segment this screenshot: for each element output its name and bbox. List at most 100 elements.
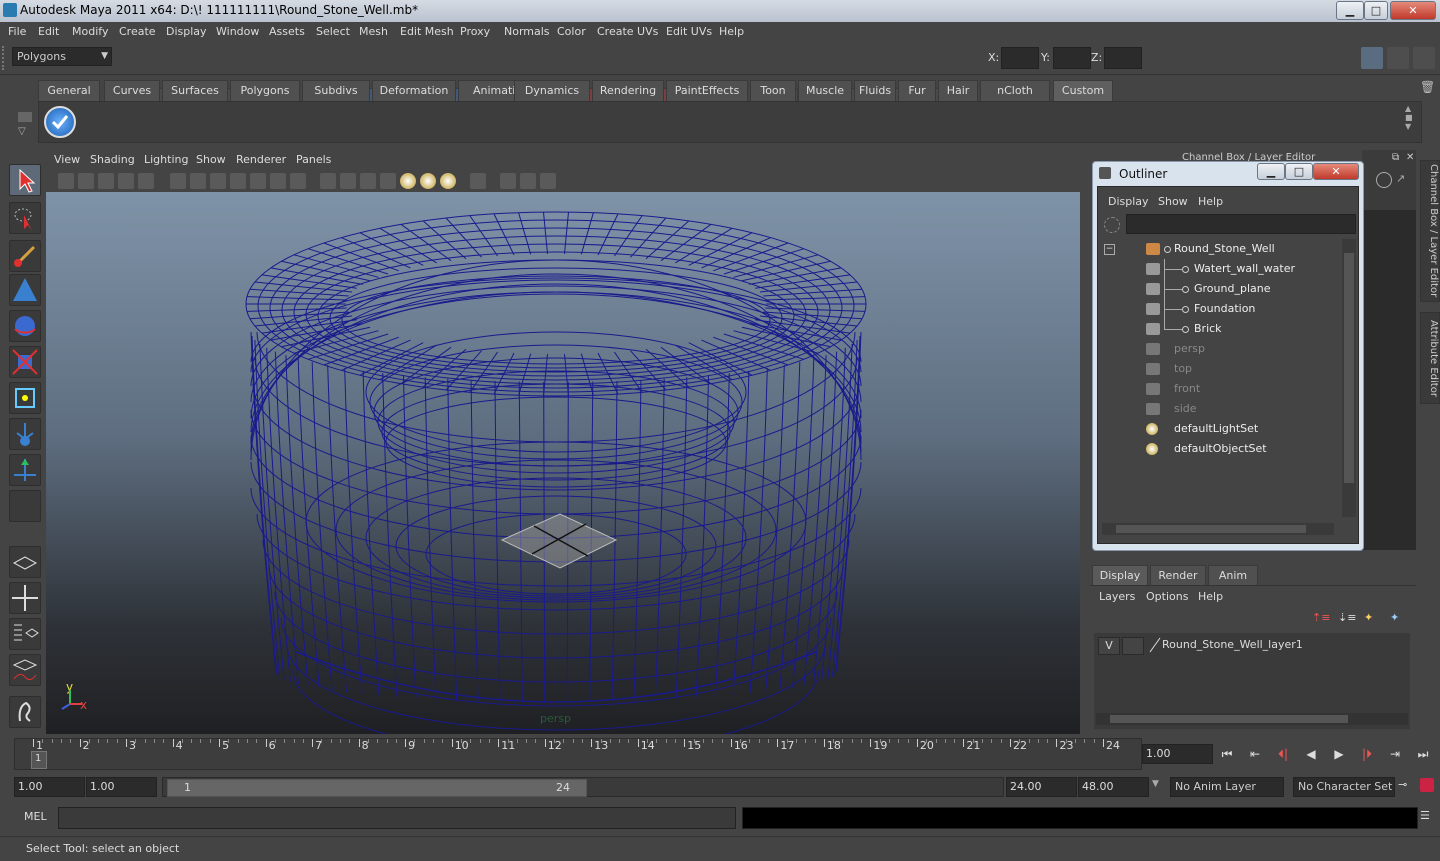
panel-close-icon[interactable]: ✕ [1406,152,1414,163]
outliner-menu-help[interactable]: Help [1198,195,1223,208]
auto-key-icon[interactable] [1420,778,1434,792]
single-pane-layout-icon[interactable] [9,546,41,578]
component-icon[interactable] [540,173,556,189]
field-chart-icon[interactable] [250,173,266,189]
menu-mesh[interactable]: Mesh [359,25,388,38]
layer-menu-options[interactable]: Options [1146,590,1188,603]
lasso-tool-icon[interactable] [9,202,41,234]
viewport-menu-lighting[interactable]: Lighting [144,153,188,166]
scale-tool-icon[interactable] [9,346,41,378]
menu-create-uvs[interactable]: Create UVs [597,25,658,38]
attribute-editor-side-tab[interactable]: Attribute Editor [1420,312,1440,404]
play-backwards-icon[interactable]: ◀ [1300,747,1322,765]
layer-tab-display[interactable]: Display [1092,565,1148,586]
film-gate-icon[interactable] [190,173,206,189]
outliner-item[interactable]: Brick [1098,319,1338,339]
shelf-tab-deformation[interactable]: Deformation [372,80,456,101]
layer-row[interactable]: V Round_Stone_Well_layer1 [1094,635,1410,655]
outliner-vscroll[interactable] [1342,239,1356,517]
step-forward-key-icon[interactable]: ⇥ [1384,747,1406,765]
outliner-hscroll[interactable] [1102,523,1334,535]
layer-menu-layers[interactable]: Layers [1099,590,1135,603]
shelf-tab-custom[interactable]: Custom [1053,80,1113,101]
outliner-item[interactable]: side [1098,399,1338,419]
shelf-tab-dynamics[interactable]: Dynamics [514,80,590,101]
status-grip-icon[interactable] [2,46,10,70]
shelf-tab-curves[interactable]: Curves [104,80,160,101]
panel-float-icon[interactable]: ⧉ [1392,152,1399,163]
outliner-item[interactable]: Watert_wall_water [1098,259,1338,279]
y-field[interactable] [1053,47,1091,69]
menu-window[interactable]: Window [216,25,259,38]
move-tool-icon[interactable] [9,274,41,306]
outliner-close-button[interactable]: ✕ [1313,163,1359,180]
grid-icon[interactable] [170,173,186,189]
menu-edit-uvs[interactable]: Edit UVs [666,25,712,38]
layer-visibility-toggle[interactable]: V [1098,637,1120,655]
resolution-gate-icon[interactable] [210,173,226,189]
layer-tab-render[interactable]: Render [1150,565,1206,586]
shelf-tab-ncloth[interactable]: nCloth [980,80,1050,101]
range-slider-handle[interactable]: 1 24 [167,779,587,797]
default-quality-icon[interactable] [360,173,376,189]
universal-manip-icon[interactable] [9,382,41,414]
xray-joints-icon[interactable] [520,173,536,189]
maximize-button[interactable]: □ [1364,1,1388,20]
graph-layout-icon[interactable] [9,654,41,686]
viewport-menu-show[interactable]: Show [196,153,226,166]
paint-select-icon[interactable] [9,240,41,272]
start-time-field[interactable]: 1.00 [14,777,85,797]
menu-color[interactable]: Color [557,25,586,38]
step-back-frame-icon[interactable]: ⏴| [1272,747,1294,765]
outliner-item[interactable]: persp [1098,339,1338,359]
layer-hscroll[interactable] [1096,713,1408,725]
layer-color-icon[interactable] [1148,637,1162,653]
step-back-key-icon[interactable]: ⇤ [1244,747,1266,765]
shadows-icon[interactable] [420,173,436,189]
tool-settings-icon[interactable] [1387,47,1409,69]
menuset-dropdown[interactable]: Polygons ▼ [12,47,112,66]
camera-attributes-icon[interactable] [78,173,94,189]
channel-box-icon[interactable] [1376,172,1392,188]
xray-icon[interactable] [500,173,516,189]
outliner-item[interactable]: front [1098,379,1338,399]
perspective-viewport[interactable]: y x persp [46,192,1080,734]
safe-title-icon[interactable] [290,173,306,189]
shelf-tab-surfaces[interactable]: Surfaces [162,80,228,101]
safe-action-icon[interactable] [270,173,286,189]
current-frame-marker[interactable]: 1 [31,751,47,769]
shelf-tab-painteffects[interactable]: PaintEffects [666,80,748,101]
playback-end-field[interactable]: 24.00 [1006,777,1077,797]
end-time-field[interactable]: 48.00 [1078,777,1149,797]
move-layer-up-icon[interactable]: ⇡≡ [1312,611,1332,629]
shelf-tab-toon[interactable]: Toon [750,80,796,101]
shelf-tab-fur[interactable]: Fur [898,80,936,101]
wireframe-icon[interactable] [320,173,336,189]
outliner-maximize-button[interactable]: □ [1285,163,1313,180]
last-tool-icon[interactable] [9,490,41,522]
shelf-tab-subdivs[interactable]: Subdivs [302,80,370,101]
pin-icon[interactable]: ↗ [1396,172,1410,186]
script-editor-button-icon[interactable]: ☰ [1420,809,1434,823]
mel-label[interactable]: MEL [24,810,47,823]
show-manipulator-icon[interactable] [9,454,41,486]
layer-tab-anim[interactable]: Anim [1208,565,1258,586]
character-set-dropdown[interactable]: No Character Set [1293,777,1395,797]
shelf-tab-general[interactable]: General [38,80,100,101]
anim-layer-dropdown[interactable]: No Anim Layer ▼ [1170,777,1303,797]
playback-start-field[interactable]: 1.00 [86,777,157,797]
select-camera-icon[interactable] [58,173,74,189]
outliner-menu-show[interactable]: Show [1158,195,1188,208]
viewport-menu-panels[interactable]: Panels [296,153,331,166]
use-all-lights-icon[interactable] [400,173,416,189]
isolate-select-icon[interactable] [470,173,486,189]
outliner-menu-display[interactable]: Display [1108,195,1149,208]
textured-icon[interactable] [380,173,396,189]
script-editor-icon[interactable] [9,696,41,728]
go-to-end-icon[interactable]: ⏭ [1412,747,1434,765]
attribute-editor-icon[interactable] [1413,47,1435,69]
menu-proxy[interactable]: Proxy [460,25,490,38]
close-button[interactable]: ✕ [1390,1,1436,20]
shelf-tab-rendering[interactable]: Rendering [592,80,664,101]
new-empty-layer-icon[interactable]: ✦ [1364,611,1384,629]
